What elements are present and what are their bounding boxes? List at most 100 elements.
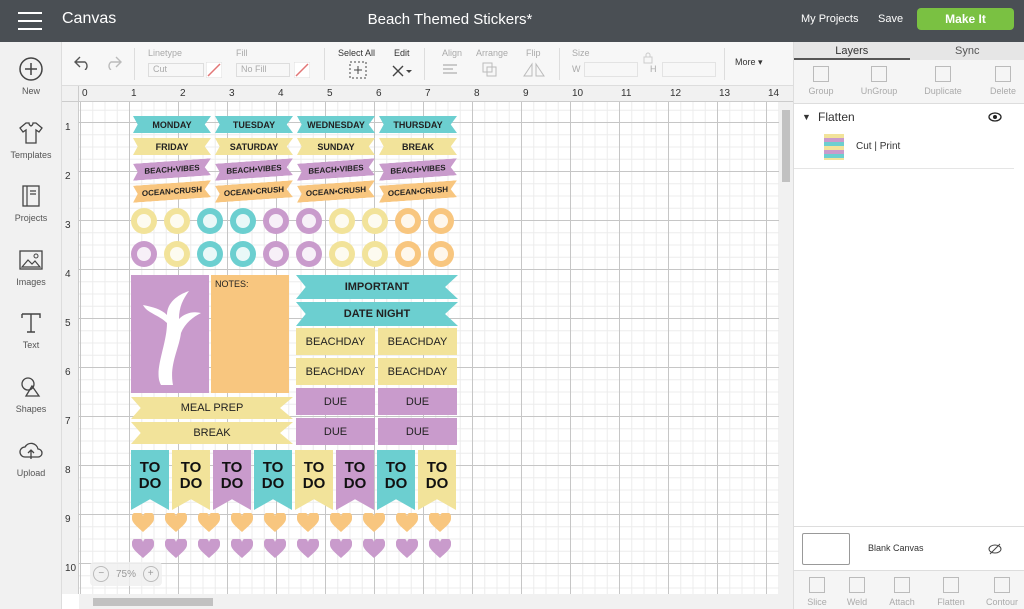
flower-circle-sticker[interactable] <box>164 208 190 234</box>
beach-vibes-sticker[interactable]: BEACH•VIBES <box>297 158 375 180</box>
arrange-icon[interactable] <box>482 62 504 78</box>
make-it-button[interactable]: Make It <box>917 8 1014 30</box>
more-menu-button[interactable]: More ▾ <box>735 57 763 68</box>
flower-circle-sticker[interactable] <box>395 208 421 234</box>
delete-button[interactable]: Delete <box>980 66 1024 96</box>
todo-flag-sticker[interactable]: TO DO <box>336 450 374 510</box>
height-input[interactable] <box>662 62 716 77</box>
ocean-crush-sticker[interactable]: OCEAN•CRUSH <box>297 180 375 202</box>
beachday-sticker[interactable]: BEACHDAY <box>378 358 457 385</box>
starfish-circle-sticker[interactable] <box>197 241 223 267</box>
sidebar-item-text[interactable]: Text <box>0 310 62 350</box>
heart-sticker[interactable] <box>131 511 155 533</box>
zoom-out-button[interactable]: − <box>93 566 110 582</box>
heart-sticker[interactable] <box>263 537 287 559</box>
beach-vibes-sticker[interactable]: BEACH•VIBES <box>133 158 211 180</box>
heart-sticker[interactable] <box>428 537 452 559</box>
heart-sticker[interactable] <box>164 511 188 533</box>
todo-flag-sticker[interactable]: TO DO <box>172 450 210 510</box>
starfish-circle-sticker[interactable] <box>428 241 454 267</box>
save-button[interactable]: Save <box>878 13 903 25</box>
todo-flag-sticker[interactable]: TO DO <box>295 450 333 510</box>
due-sticker[interactable]: DUE <box>378 418 457 445</box>
heart-sticker[interactable] <box>395 537 419 559</box>
starfish-circle-sticker[interactable] <box>362 241 388 267</box>
ocean-crush-sticker[interactable]: OCEAN•CRUSH <box>133 180 211 202</box>
day-sticker[interactable]: THURSDAY <box>379 116 457 133</box>
document-title[interactable]: Beach Themed Stickers* <box>0 11 900 28</box>
vertical-scrollbar[interactable] <box>779 102 793 594</box>
flower-circle-sticker[interactable] <box>296 208 322 234</box>
date-night-sticker[interactable]: DATE NIGHT <box>296 302 458 326</box>
heart-sticker[interactable] <box>296 537 320 559</box>
flatten-button[interactable]: Flatten <box>928 577 974 607</box>
heart-sticker[interactable] <box>164 537 188 559</box>
eye-hidden-icon[interactable] <box>988 543 1002 555</box>
day-sticker[interactable]: FRIDAY <box>133 138 211 155</box>
heart-sticker[interactable] <box>263 511 287 533</box>
flower-circle-sticker[interactable] <box>428 208 454 234</box>
mermaid-tail-sticker[interactable] <box>131 275 209 393</box>
redo-icon[interactable] <box>104 56 122 70</box>
heart-sticker[interactable] <box>296 511 320 533</box>
duplicate-button[interactable]: Duplicate <box>920 66 966 96</box>
flower-circle-sticker[interactable] <box>197 208 223 234</box>
beachday-sticker[interactable]: BEACHDAY <box>296 358 375 385</box>
due-sticker[interactable]: DUE <box>296 418 375 445</box>
starfish-circle-sticker[interactable] <box>395 241 421 267</box>
heart-sticker[interactable] <box>131 537 155 559</box>
eye-icon[interactable] <box>988 112 1002 122</box>
beach-vibes-sticker[interactable]: BEACH•VIBES <box>215 158 293 180</box>
due-sticker[interactable]: DUE <box>378 388 457 415</box>
canvas-color-swatch[interactable] <box>802 533 850 565</box>
scroll-thumb[interactable] <box>782 110 790 182</box>
heart-sticker[interactable] <box>329 511 353 533</box>
heart-sticker[interactable] <box>197 511 221 533</box>
design-canvas[interactable]: MONDAY TUESDAY WEDNESDAY THURSDAY FRIDAY SATU… <box>79 102 779 594</box>
starfish-circle-sticker[interactable] <box>296 241 322 267</box>
sidebar-item-upload[interactable]: Upload <box>0 438 62 478</box>
heart-sticker[interactable] <box>230 537 254 559</box>
heart-sticker[interactable] <box>428 511 452 533</box>
flower-circle-sticker[interactable] <box>362 208 388 234</box>
day-sticker[interactable]: SUNDAY <box>297 138 375 155</box>
align-icon[interactable] <box>442 63 464 77</box>
flower-circle-sticker[interactable] <box>263 208 289 234</box>
heart-sticker[interactable] <box>197 537 221 559</box>
todo-flag-sticker[interactable]: TO DO <box>418 450 456 510</box>
starfish-circle-sticker[interactable] <box>263 241 289 267</box>
break-sticker[interactable]: BREAK <box>131 422 293 444</box>
beach-vibes-sticker[interactable]: BEACH•VIBES <box>379 158 457 180</box>
due-sticker[interactable]: DUE <box>296 388 375 415</box>
width-input[interactable] <box>584 62 638 77</box>
todo-flag-sticker[interactable]: TO DO <box>131 450 169 510</box>
ocean-crush-sticker[interactable]: OCEAN•CRUSH <box>215 180 293 202</box>
my-projects-link[interactable]: My Projects <box>801 13 858 25</box>
select-all-icon[interactable] <box>349 61 367 79</box>
contour-button[interactable]: Contour <box>979 577 1024 607</box>
attach-button[interactable]: Attach <box>879 577 925 607</box>
sidebar-item-new[interactable]: New <box>0 56 62 96</box>
zoom-in-button[interactable]: + <box>142 566 159 582</box>
day-sticker[interactable]: BREAK <box>379 138 457 155</box>
beachday-sticker[interactable]: BEACHDAY <box>296 328 375 355</box>
starfish-circle-sticker[interactable] <box>329 241 355 267</box>
tab-layers[interactable]: Layers <box>794 42 910 60</box>
heart-sticker[interactable] <box>395 511 419 533</box>
ungroup-button[interactable]: UnGroup <box>856 66 902 96</box>
tab-sync[interactable]: Sync <box>910 42 1024 60</box>
flower-circle-sticker[interactable] <box>230 208 256 234</box>
important-sticker[interactable]: IMPORTANT <box>296 275 458 299</box>
layer-item[interactable]: Cut | Print <box>856 141 900 152</box>
starfish-circle-sticker[interactable] <box>230 241 256 267</box>
todo-flag-sticker[interactable]: TO DO <box>377 450 415 510</box>
edit-tools-icon[interactable] <box>390 61 412 79</box>
day-sticker[interactable]: MONDAY <box>133 116 211 133</box>
horizontal-scrollbar[interactable] <box>79 594 793 609</box>
lock-icon[interactable] <box>642 52 654 64</box>
todo-flag-sticker[interactable]: TO DO <box>213 450 251 510</box>
scroll-thumb[interactable] <box>93 598 213 606</box>
day-sticker[interactable]: SATURDAY <box>215 138 293 155</box>
notes-sticker[interactable]: NOTES: <box>211 275 289 393</box>
sidebar-item-projects[interactable]: Projects <box>0 183 62 223</box>
